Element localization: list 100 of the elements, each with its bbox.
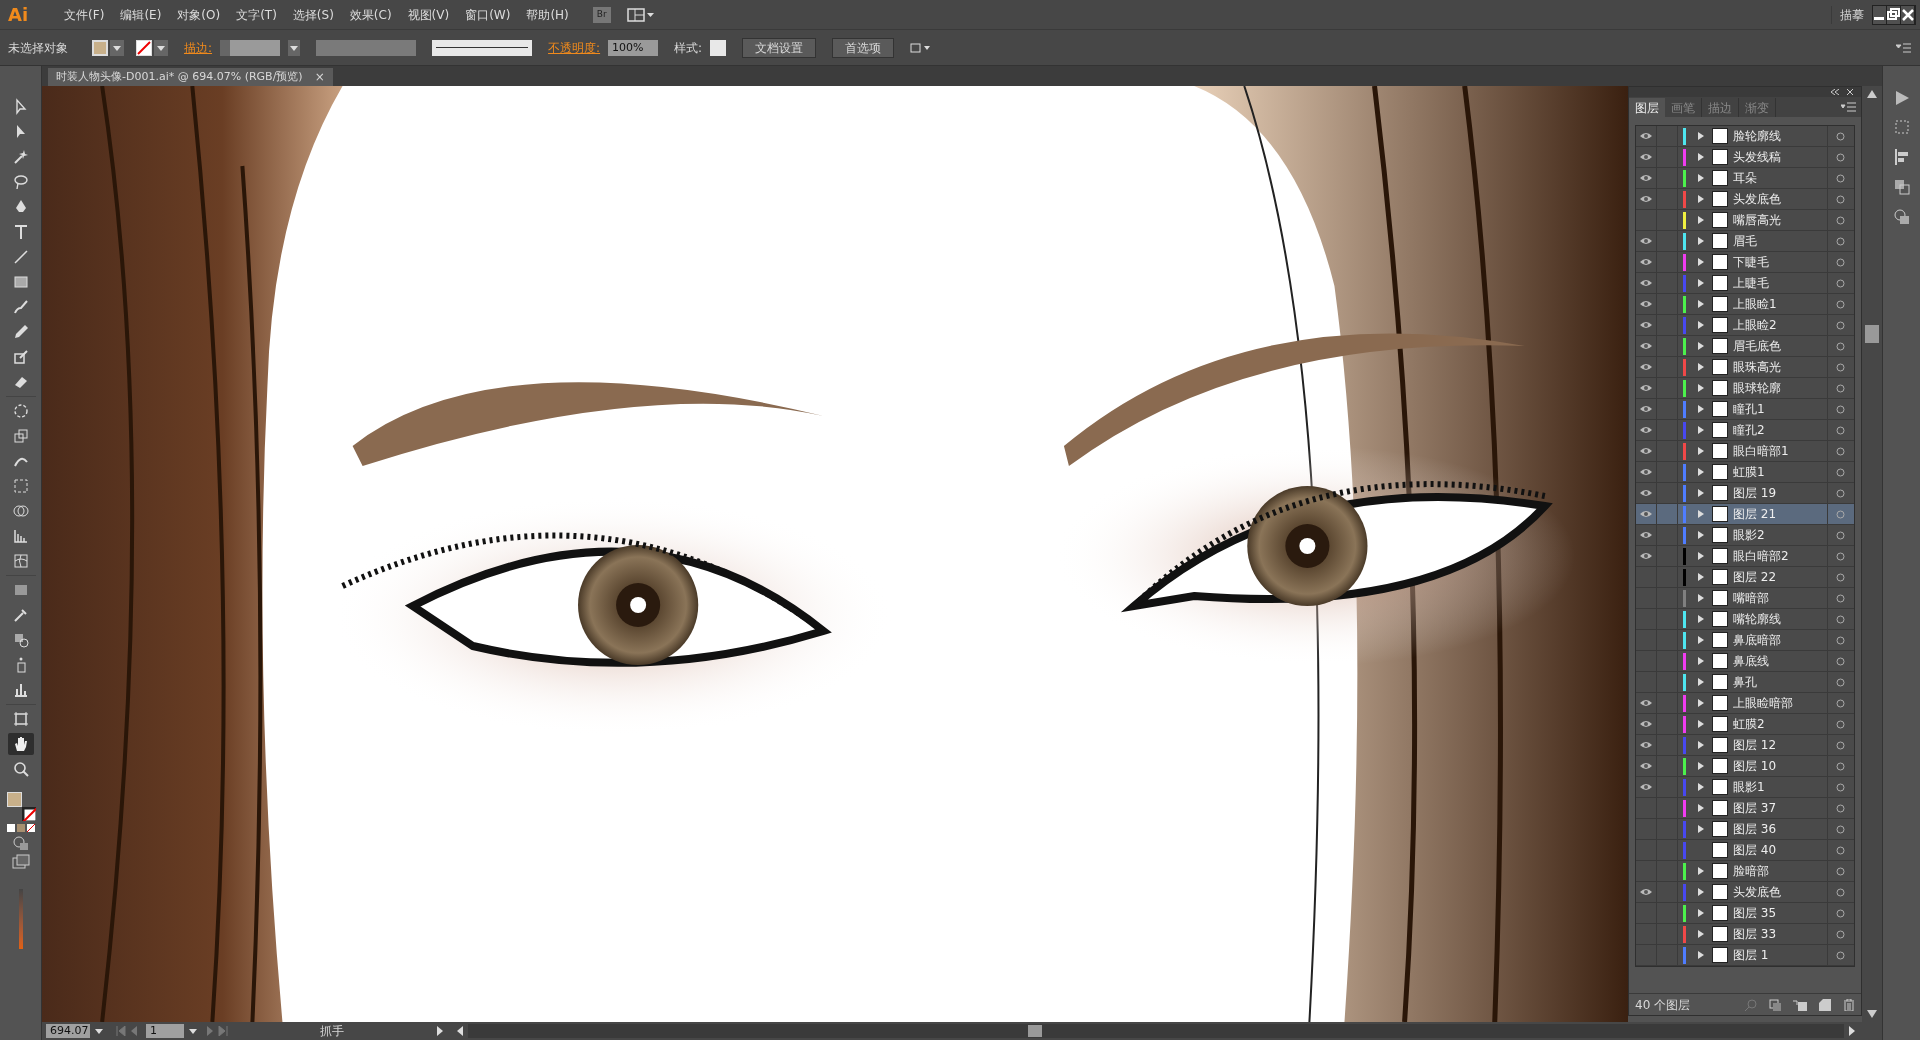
eye-icon[interactable]	[1640, 174, 1652, 182]
target-circle-icon[interactable]	[1836, 572, 1845, 582]
draw-mode-icon[interactable]	[11, 835, 30, 851]
zoom-field[interactable]: 694.07	[46, 1024, 90, 1038]
layer-row[interactable]: 嘴暗部	[1636, 588, 1854, 609]
style-swatch[interactable]	[710, 39, 727, 56]
expand-arrow-icon[interactable]	[1698, 132, 1704, 140]
target-circle-icon[interactable]	[1836, 383, 1845, 393]
mesh-icon[interactable]	[11, 552, 30, 570]
layer-row[interactable]: 嘴唇高光	[1636, 210, 1854, 231]
brush-icon[interactable]	[11, 298, 30, 316]
shape-builder-icon[interactable]	[11, 502, 30, 520]
eye-icon[interactable]	[1640, 699, 1652, 707]
panel-menu-icon[interactable]	[1896, 41, 1912, 54]
panel-tab[interactable]: 图层	[1629, 98, 1665, 117]
expand-arrow-icon[interactable]	[1698, 741, 1704, 749]
eye-icon[interactable]	[1640, 153, 1652, 161]
target-circle-icon[interactable]	[1836, 257, 1845, 267]
target-circle-icon[interactable]	[1836, 677, 1845, 687]
layer-row[interactable]: 眼影1	[1636, 777, 1854, 798]
target-circle-icon[interactable]	[1836, 635, 1845, 645]
layer-row[interactable]: 脸轮廓线	[1636, 126, 1854, 147]
eye-icon[interactable]	[1640, 321, 1652, 329]
layer-row[interactable]: 脸暗部	[1636, 861, 1854, 882]
expand-arrow-icon[interactable]	[1698, 237, 1704, 245]
fill-color-swatch[interactable]	[6, 792, 22, 807]
expand-arrow-icon[interactable]	[1698, 825, 1704, 833]
menu-item[interactable]: 文件(F)	[56, 5, 113, 24]
status-menu-arrow-icon[interactable]	[436, 1026, 444, 1036]
zoom-icon[interactable]	[11, 760, 30, 778]
eye-icon[interactable]	[1640, 300, 1652, 308]
fill-swatch[interactable]	[92, 39, 108, 56]
clipping-mask-icon[interactable]	[1769, 998, 1781, 1011]
layer-row[interactable]: 上眼睑暗部	[1636, 693, 1854, 714]
transform-icon[interactable]	[1892, 118, 1911, 136]
layer-row[interactable]: 图层 22	[1636, 567, 1854, 588]
expand-arrow-icon[interactable]	[1698, 699, 1704, 707]
layer-row[interactable]: 图层 35	[1636, 903, 1854, 924]
expand-arrow-icon[interactable]	[1698, 762, 1704, 770]
target-circle-icon[interactable]	[1836, 236, 1845, 246]
eye-icon[interactable]	[1640, 552, 1652, 560]
menu-item[interactable]: 对象(O)	[169, 5, 229, 24]
eye-icon[interactable]	[1640, 510, 1652, 518]
menu-item[interactable]: 帮助(H)	[518, 5, 577, 24]
target-circle-icon[interactable]	[1836, 278, 1845, 288]
layer-row[interactable]: 嘴轮廓线	[1636, 609, 1854, 630]
layer-row[interactable]: 眉毛底色	[1636, 336, 1854, 357]
expand-arrow-icon[interactable]	[1698, 615, 1704, 623]
expand-arrow-icon[interactable]	[1698, 342, 1704, 350]
layout-icon[interactable]	[626, 6, 655, 23]
expand-arrow-icon[interactable]	[1698, 636, 1704, 644]
menu-item[interactable]: 文字(T)	[228, 5, 285, 24]
expand-arrow-icon[interactable]	[1698, 321, 1704, 329]
layer-row[interactable]: 图层 10	[1636, 756, 1854, 777]
scroll-down-icon[interactable]	[1867, 1010, 1877, 1018]
target-circle-icon[interactable]	[1836, 194, 1845, 204]
pathfinder-icon[interactable]	[1892, 178, 1911, 196]
stroke-none-swatch[interactable]	[21, 807, 36, 821]
expand-arrow-icon[interactable]	[1698, 405, 1704, 413]
expand-arrow-icon[interactable]	[1698, 195, 1704, 203]
scale-icon[interactable]	[11, 427, 30, 445]
expand-arrow-icon[interactable]	[1698, 783, 1704, 791]
layer-row[interactable]: 鼻底暗部	[1636, 630, 1854, 651]
layer-row[interactable]: 上眼睑1	[1636, 294, 1854, 315]
target-circle-icon[interactable]	[1836, 320, 1845, 330]
dropdown-caret-icon[interactable]	[154, 39, 168, 56]
appearance-icon[interactable]	[1892, 208, 1911, 226]
target-circle-icon[interactable]	[1836, 845, 1845, 855]
layer-row[interactable]: 下睫毛	[1636, 252, 1854, 273]
target-circle-icon[interactable]	[1836, 173, 1845, 183]
target-circle-icon[interactable]	[1836, 488, 1845, 498]
expand-arrow-icon[interactable]	[1698, 468, 1704, 476]
expand-arrow-icon[interactable]	[1698, 279, 1704, 287]
target-circle-icon[interactable]	[1836, 929, 1845, 939]
eye-icon[interactable]	[1640, 468, 1652, 476]
eye-icon[interactable]	[1640, 531, 1652, 539]
blob-brush-icon[interactable]	[11, 348, 30, 366]
target-circle-icon[interactable]	[1836, 215, 1845, 225]
opacity-link[interactable]: 不透明度:	[548, 38, 601, 57]
target-circle-icon[interactable]	[1836, 698, 1845, 708]
eye-icon[interactable]	[1640, 384, 1652, 392]
workspace-switcher[interactable]: 描摹	[1831, 5, 1872, 24]
expand-arrow-icon[interactable]	[1698, 531, 1704, 539]
eye-icon[interactable]	[1640, 132, 1652, 140]
target-circle-icon[interactable]	[1836, 299, 1845, 309]
eye-icon[interactable]	[1640, 447, 1652, 455]
layer-row[interactable]: 眼白暗部1	[1636, 441, 1854, 462]
target-circle-icon[interactable]	[1836, 446, 1845, 456]
eye-icon[interactable]	[1640, 279, 1652, 287]
target-circle-icon[interactable]	[1836, 404, 1845, 414]
document-tab[interactable]: 时装人物头像-D001.ai* @ 694.07% (RGB/预览) ×	[48, 68, 333, 86]
expand-arrow-icon[interactable]	[1698, 594, 1704, 602]
layer-row[interactable]: 图层 33	[1636, 924, 1854, 945]
target-circle-icon[interactable]	[1836, 341, 1845, 351]
trash-icon[interactable]	[1843, 998, 1855, 1011]
eye-icon[interactable]	[1640, 342, 1652, 350]
target-circle-icon[interactable]	[1836, 740, 1845, 750]
target-circle-icon[interactable]	[1836, 866, 1845, 876]
layer-row[interactable]: 鼻孔	[1636, 672, 1854, 693]
expand-arrow-icon[interactable]	[1698, 510, 1704, 518]
